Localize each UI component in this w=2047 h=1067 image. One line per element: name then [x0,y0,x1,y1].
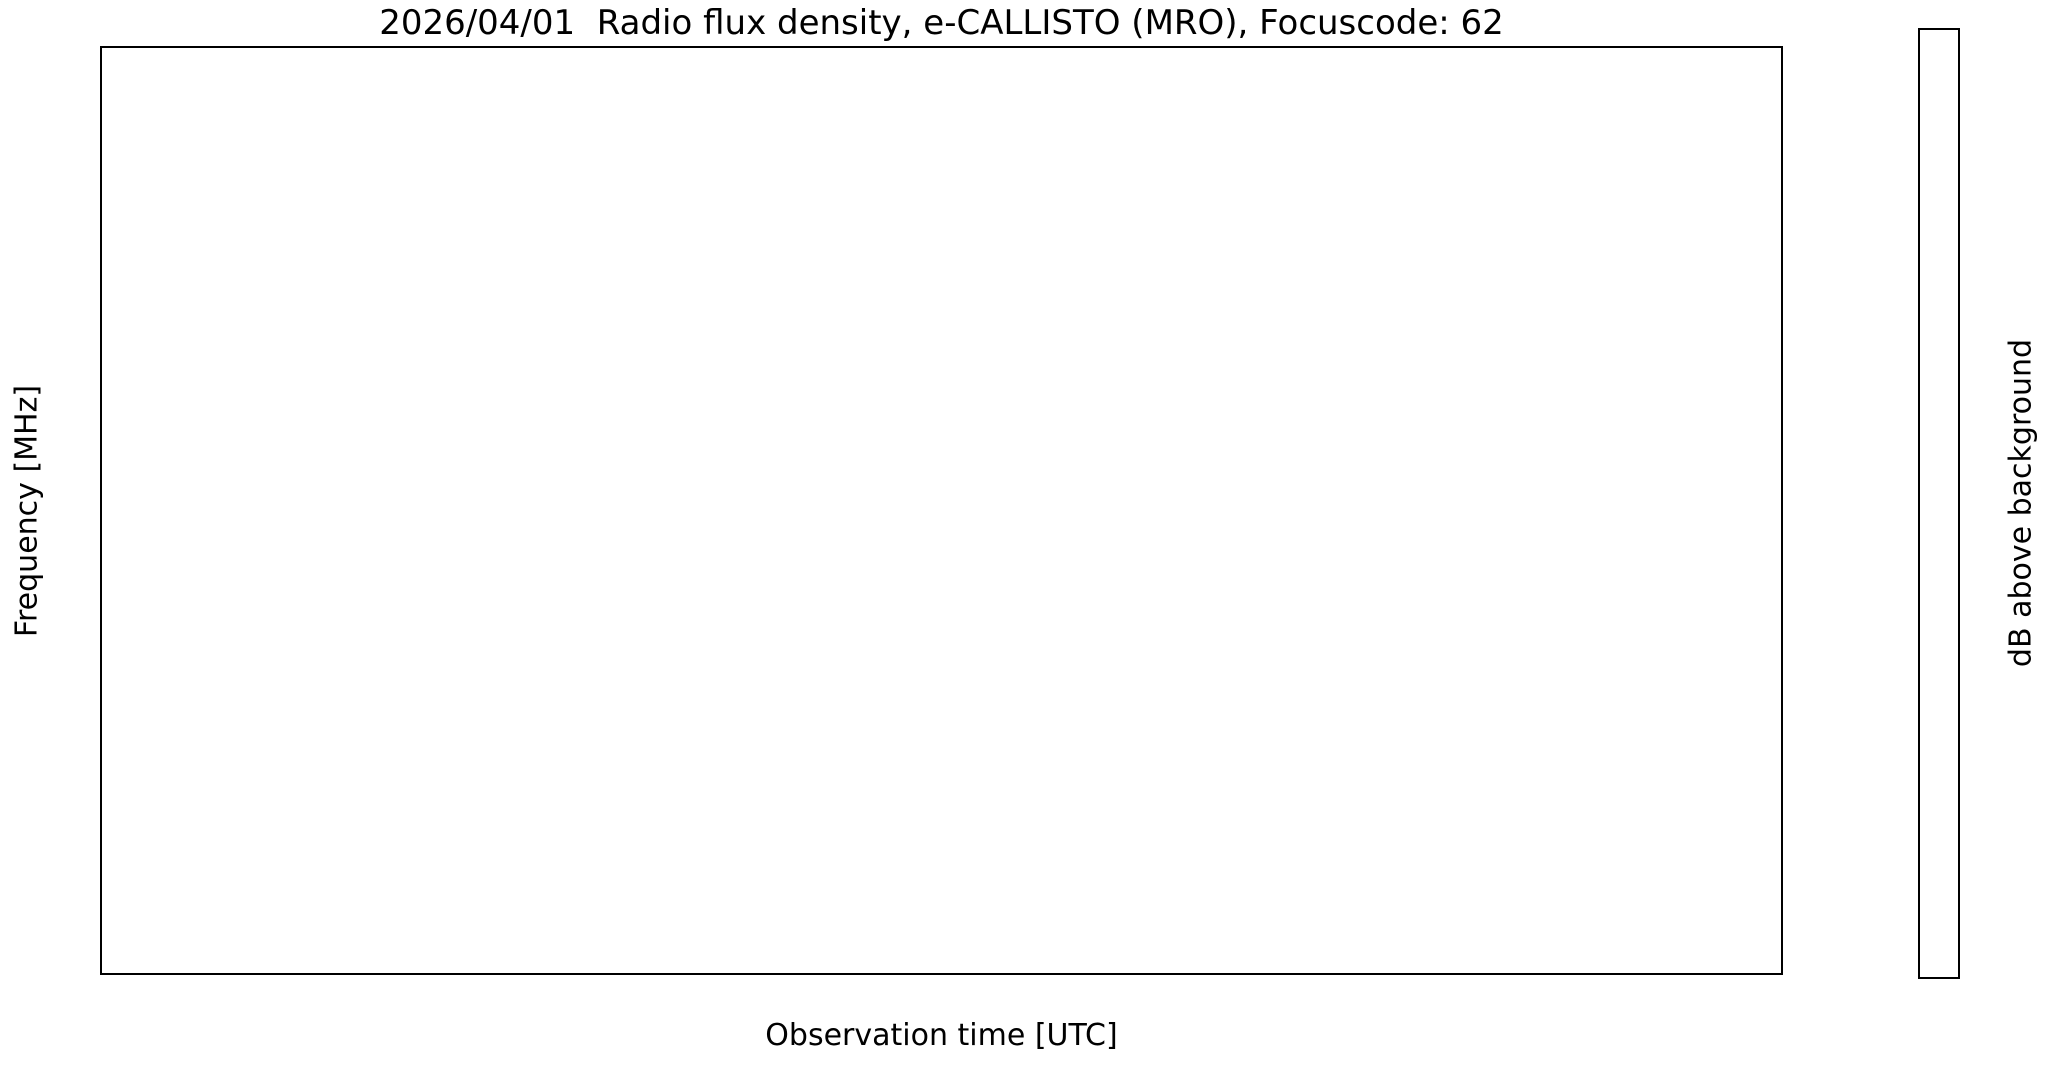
spectrogram-figure: 2026/04/01 Radio flux density, e-CALLIST… [0,0,2047,1067]
x-axis-label: Observation time [UTC] [765,1018,1118,1053]
y-axis-label: Frequency [MHz] [9,384,45,638]
colorbar-canvas [1920,30,2047,180]
chart-title: 2026/04/01 Radio flux density, e-CALLIST… [379,3,1504,43]
colorbar-label: dB above background [2003,338,2039,668]
spectrogram-canvas [102,48,402,198]
